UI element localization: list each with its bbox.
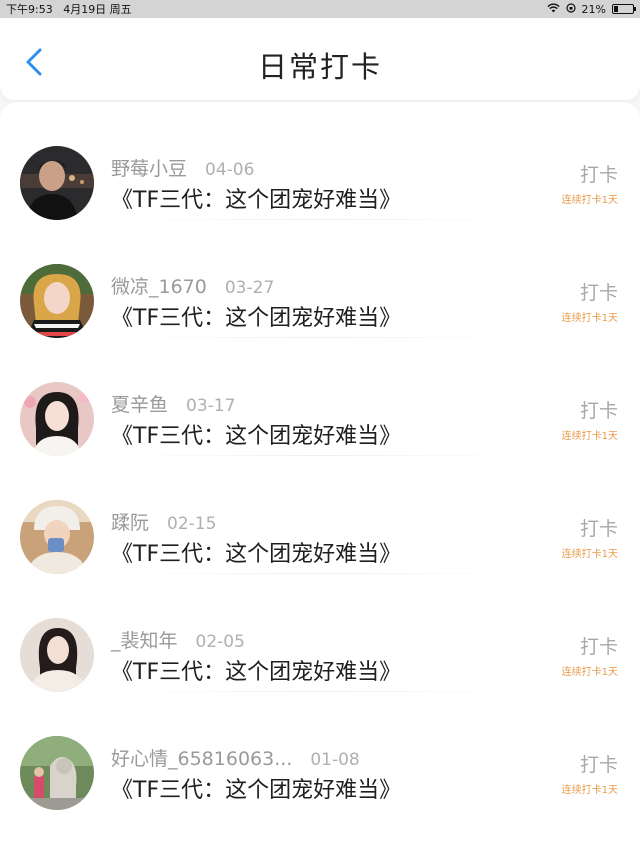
checkin-button[interactable]: 打卡 [580,750,618,777]
book-title[interactable]: 《TF三代：这个团宠好难当》 [111,418,401,450]
entry-date: 02-05 [195,632,245,652]
list-item[interactable]: 野莓小豆 04-06 《TF三代：这个团宠好难当》 打卡 连续打卡1天 [0,102,640,220]
entry-header: 蹂阮 02-15 [111,508,216,535]
list-item[interactable]: 好心情_65816063... 01-08 《TF三代：这个团宠好难当》 打卡 … [0,692,640,810]
user-name[interactable]: 好心情_65816063... [111,744,292,771]
nav-bar: 日常打卡 [0,18,640,100]
status-time-date: 下午9:53 4月19日 周五 [6,3,132,16]
book-title[interactable]: 《TF三代：这个团宠好难当》 [111,182,401,214]
battery-percent: 21% [581,2,606,16]
entry-date: 04-06 [205,160,255,180]
user-name[interactable]: 野莓小豆 [111,154,187,181]
battery-icon [612,4,636,14]
checkin-list: 野莓小豆 04-06 《TF三代：这个团宠好难当》 打卡 连续打卡1天 微凉_1… [0,102,640,853]
status-right: 21% [546,2,636,16]
entry-date: 01-08 [310,750,360,770]
user-name[interactable]: 夏辛鱼 [111,390,168,417]
list-item[interactable]: 蹂阮 02-15 《TF三代：这个团宠好难当》 打卡 连续打卡1天 [0,456,640,574]
entry-header: 好心情_65816063... 01-08 [111,744,360,771]
streak-label: 连续打卡1天 [561,667,618,678]
avatar[interactable] [20,618,94,692]
orientation-lock-icon [565,2,576,16]
streak-label: 连续打卡1天 [561,313,618,324]
entry-header: 微凉_1670 03-27 [111,272,274,299]
status-left: 下午9:53 4月19日 周五 [6,1,132,17]
user-name[interactable]: 微凉_1670 [111,272,207,299]
streak-label: 连续打卡1天 [561,549,618,560]
avatar[interactable] [20,500,94,574]
entry-header: 夏辛鱼 03-17 [111,390,235,417]
book-title[interactable]: 《TF三代：这个团宠好难当》 [111,772,401,804]
checkin-button[interactable]: 打卡 [580,514,618,541]
streak-label: 连续打卡1天 [561,785,618,796]
entry-header: 野莓小豆 04-06 [111,154,254,181]
checkin-button[interactable]: 打卡 [580,278,618,305]
avatar[interactable] [20,146,94,220]
user-name[interactable]: 蹂阮 [111,508,149,535]
list-item[interactable]: 微凉_1670 03-27 《TF三代：这个团宠好难当》 打卡 连续打卡1天 [0,220,640,338]
entry-date: 03-17 [186,396,236,416]
entry-date: 02-15 [167,514,217,534]
avatar[interactable] [20,264,94,338]
avatar[interactable] [20,382,94,456]
user-name[interactable]: _裴知年 [111,626,178,653]
streak-label: 连续打卡1天 [561,431,618,442]
book-title[interactable]: 《TF三代：这个团宠好难当》 [111,300,401,332]
page-title: 日常打卡 [257,50,382,84]
checkin-button[interactable]: 打卡 [580,632,618,659]
battery-level [614,6,618,12]
list-item[interactable]: _裴知年 02-05 《TF三代：这个团宠好难当》 打卡 连续打卡1天 [0,574,640,692]
checkin-button[interactable]: 打卡 [580,160,618,187]
entry-header: _裴知年 02-05 [111,626,245,653]
streak-label: 连续打卡1天 [561,195,618,206]
entry-date: 03-27 [224,278,275,298]
checkin-button[interactable]: 打卡 [580,396,618,423]
avatar[interactable] [20,736,94,810]
book-title[interactable]: 《TF三代：这个团宠好难当》 [111,654,401,686]
wifi-icon [546,3,560,16]
list-item[interactable]: 夏辛鱼 03-17 《TF三代：这个团宠好难当》 打卡 连续打卡1天 [0,338,640,456]
book-title[interactable]: 《TF三代：这个团宠好难当》 [111,536,401,568]
status-bar: 下午9:53 4月19日 周五 21% [0,0,640,18]
